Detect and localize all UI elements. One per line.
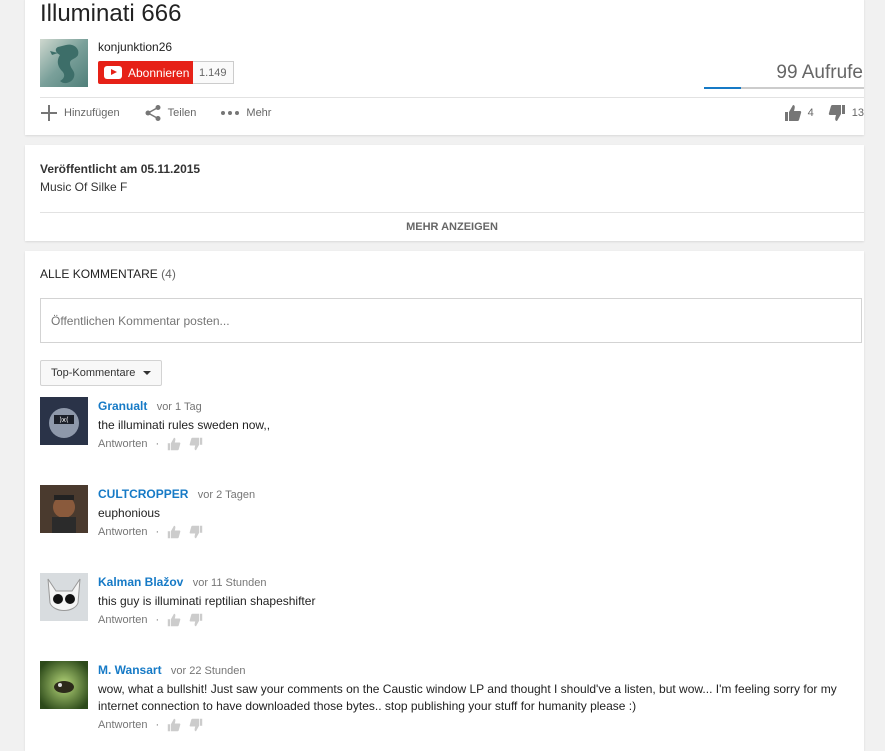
plus-icon	[41, 105, 57, 121]
comment-input[interactable]	[40, 298, 862, 343]
divider	[40, 97, 864, 98]
comment-text: wow, what a bullshit! Just saw your comm…	[98, 682, 837, 713]
reply-button[interactable]: Antworten	[98, 526, 148, 538]
more-dots-icon	[221, 111, 240, 115]
publish-date: Veröffentlicht am 05.11.2015	[40, 162, 201, 176]
share-button[interactable]: Teilen	[144, 104, 197, 122]
comment-time[interactable]: vor 2 Tagen	[198, 489, 255, 501]
youtube-logo-icon	[104, 66, 122, 79]
separator-dot: ·	[155, 526, 160, 538]
sort-dropdown[interactable]: Top-Kommentare	[40, 360, 163, 386]
seahorse-icon	[50, 44, 79, 84]
more-label: Mehr	[246, 107, 272, 119]
separator-dot: ·	[155, 438, 160, 450]
like-button[interactable]: 4	[784, 104, 814, 122]
description-card: Veröffentlicht am 05.11.2015 Music Of Si…	[25, 145, 864, 241]
comment-author[interactable]: Kalman Blažov	[98, 575, 183, 589]
thumbs-up-icon[interactable]	[167, 613, 181, 627]
comment-author[interactable]: Granualt	[98, 399, 147, 413]
like-count: 4	[807, 107, 814, 119]
thumbs-up-icon[interactable]	[167, 718, 181, 732]
channel-name[interactable]: konjunktion26	[98, 40, 172, 54]
comment-meta: Kalman Blažov vor 11 Stunden	[98, 575, 267, 589]
comment-meta: M. Wansart vor 22 Stunden	[98, 663, 246, 677]
view-count: 99 Aufrufe	[776, 62, 863, 83]
like-dislike-bar: 4 13	[784, 104, 864, 122]
separator-dot: ·	[155, 719, 160, 731]
avatar[interactable]	[40, 573, 88, 621]
thumbs-up-icon[interactable]	[167, 525, 181, 539]
comment-author[interactable]: CULTCROPPER	[98, 487, 188, 501]
comment-author[interactable]: M. Wansart	[98, 663, 162, 677]
video-info-card: Illuminati 666 konjunktion26 Abonnieren …	[25, 0, 864, 135]
channel-avatar[interactable]	[40, 39, 88, 87]
comment-time[interactable]: vor 11 Stunden	[193, 577, 267, 589]
show-more-button[interactable]: MEHR ANZEIGEN	[40, 221, 864, 233]
thumbs-up-icon[interactable]	[167, 437, 181, 451]
comments-header: ALLE KOMMENTARE (4)	[40, 267, 176, 281]
reply-button[interactable]: Antworten	[98, 719, 148, 731]
add-to-label: Hinzufügen	[64, 107, 120, 119]
thumbs-up-icon	[784, 105, 801, 121]
thumbs-down-icon[interactable]	[189, 525, 203, 539]
comment-meta: CULTCROPPER vor 2 Tagen	[98, 487, 255, 501]
comment-actions: Antworten ·	[98, 718, 203, 732]
comment-actions: Antworten ·	[98, 525, 203, 539]
share-icon	[145, 105, 161, 121]
separator-dot: ·	[155, 614, 160, 626]
dislike-button[interactable]: 13	[828, 104, 864, 122]
divider	[40, 212, 864, 213]
thumbs-down-icon	[828, 105, 845, 121]
description-text: Music Of Silke F	[40, 180, 128, 194]
comment-time[interactable]: vor 22 Stunden	[171, 665, 246, 677]
comment-text: euphonious	[98, 506, 161, 520]
comments-header-label: ALLE KOMMENTARE	[40, 267, 158, 281]
comment-text: the illuminati rules sweden now,,	[98, 418, 271, 432]
thumbs-down-icon[interactable]	[189, 437, 203, 451]
subscribe-button[interactable]: Abonnieren	[98, 61, 198, 84]
avatar[interactable]	[40, 485, 88, 533]
thumbs-down-icon[interactable]	[189, 718, 203, 732]
comment-time[interactable]: vor 1 Tag	[157, 401, 202, 413]
add-to-button[interactable]: Hinzufügen	[40, 104, 120, 122]
comments-card: ALLE KOMMENTARE (4) Top-Kommentare )x( G…	[25, 251, 864, 751]
sentiment-bar	[704, 87, 864, 89]
reply-button[interactable]: Antworten	[98, 614, 148, 626]
svg-text:)x(: )x(	[59, 416, 69, 424]
comment-actions: Antworten ·	[98, 437, 203, 451]
sort-label: Top-Kommentare	[51, 367, 136, 379]
more-button[interactable]: Mehr	[220, 104, 271, 122]
subscribe-label: Abonnieren	[128, 65, 190, 80]
action-bar: Hinzufügen Teilen Mehr	[40, 104, 271, 122]
thumbs-down-icon[interactable]	[189, 613, 203, 627]
subscriber-count: 1.149	[193, 61, 234, 84]
dislike-count: 13	[851, 107, 864, 119]
share-label: Teilen	[167, 107, 197, 119]
reply-button[interactable]: Antworten	[98, 438, 148, 450]
chevron-down-icon	[143, 371, 152, 375]
video-title: Illuminati 666	[40, 0, 182, 27]
comments-count: (4)	[161, 267, 176, 281]
comment-actions: Antworten ·	[98, 613, 203, 627]
comment-text: this guy is illuminati reptilian shapesh…	[98, 594, 316, 608]
avatar[interactable]	[40, 661, 88, 709]
avatar[interactable]: )x(	[40, 397, 88, 445]
comment-meta: Granualt vor 1 Tag	[98, 399, 202, 413]
sentiment-bar-fill	[704, 87, 741, 89]
